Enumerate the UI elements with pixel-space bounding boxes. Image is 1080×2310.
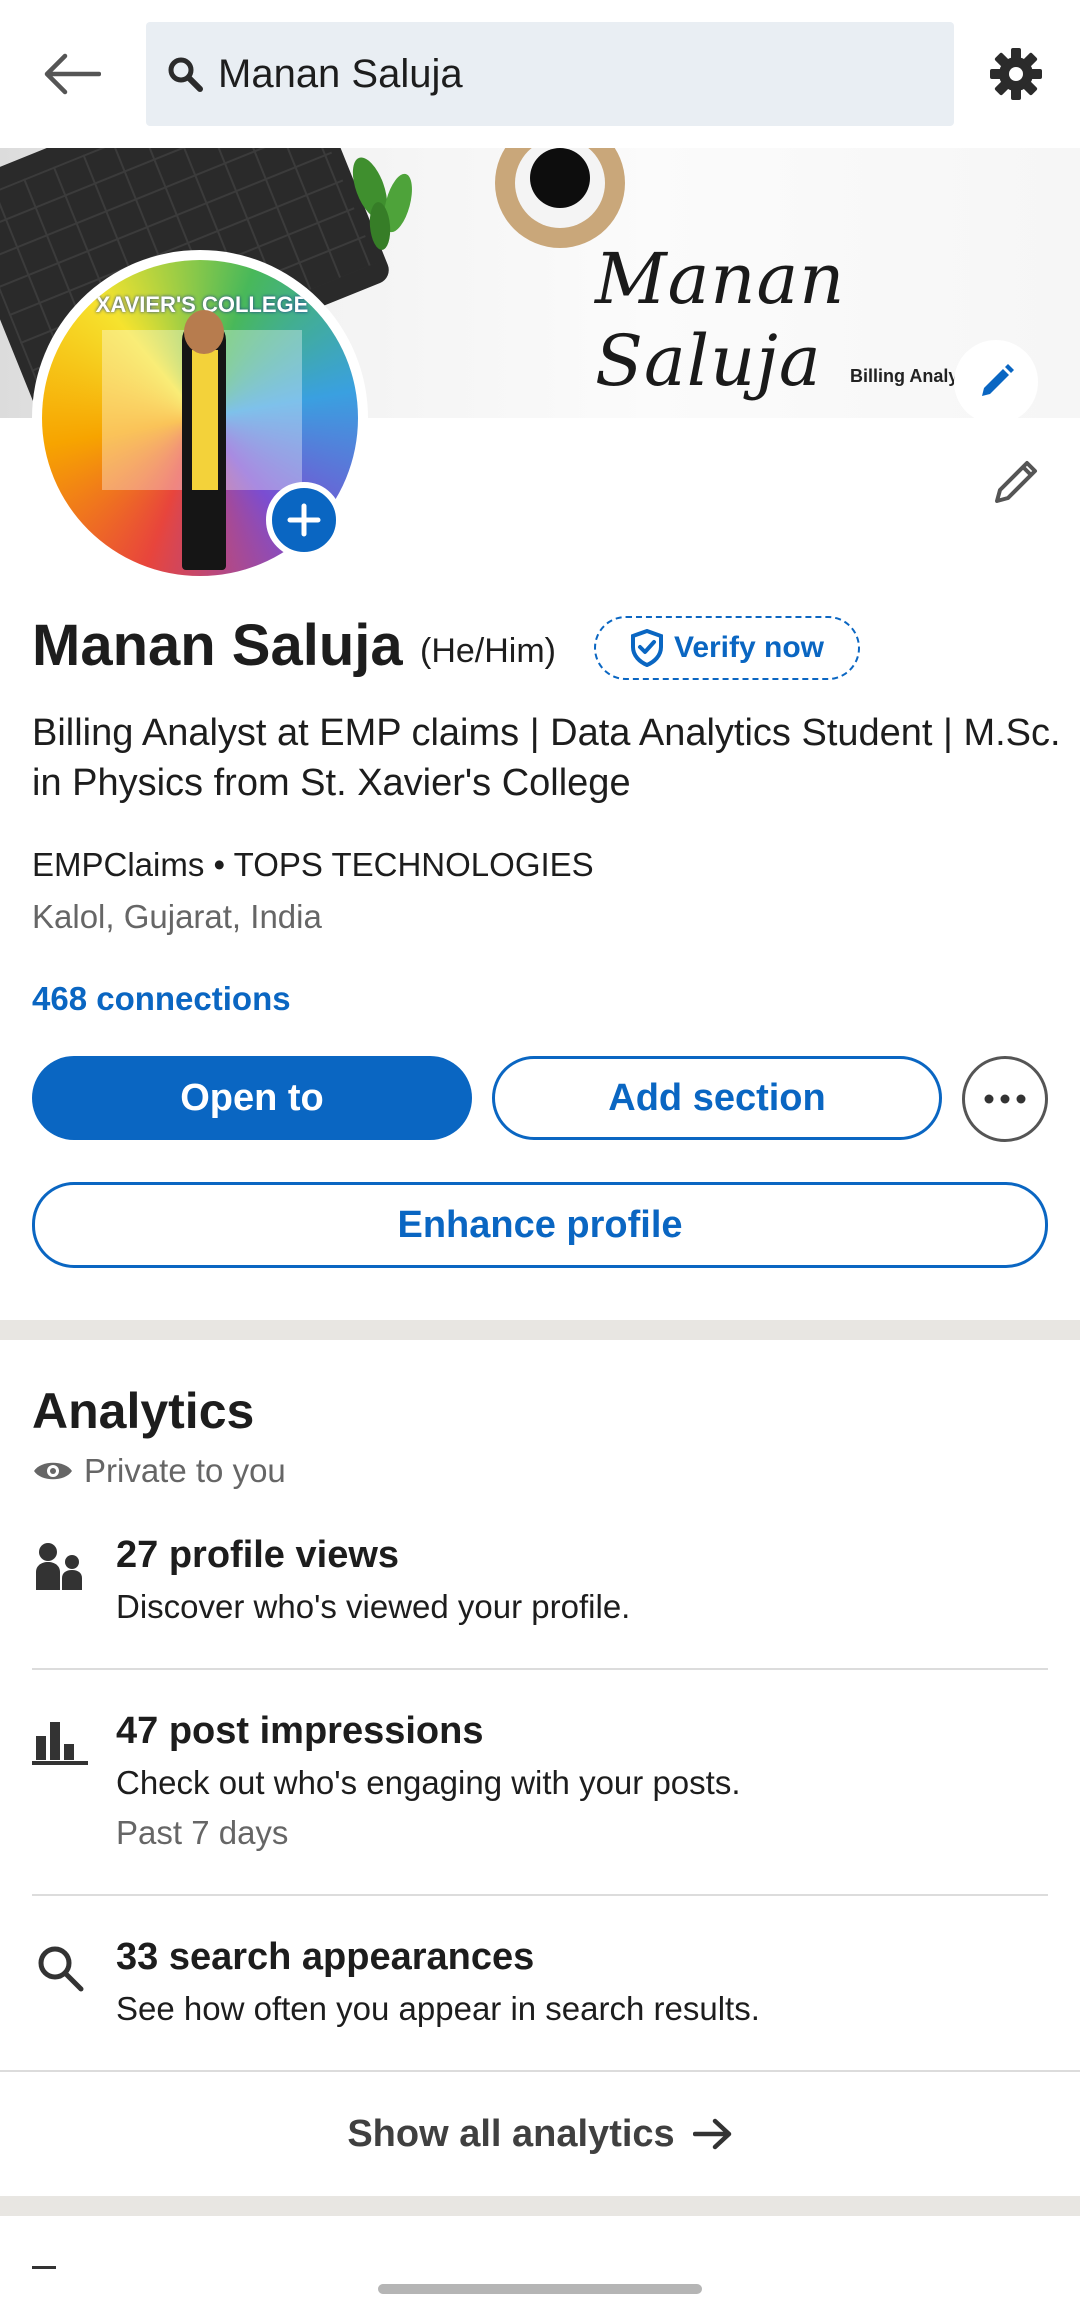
verify-label: Verify now xyxy=(673,631,825,664)
section-divider xyxy=(0,2196,1080,2216)
bar-chart-icon xyxy=(32,1714,88,1770)
profile-pronouns: (He/Him) xyxy=(420,632,556,670)
divider xyxy=(32,1668,1048,1670)
profile-views-item[interactable]: 27 profile views Discover who's viewed y… xyxy=(32,1534,1048,1654)
profile-views-description: Discover who's viewed your profile. xyxy=(116,1588,631,1625)
verify-now-button[interactable]: Verify now xyxy=(594,616,860,680)
search-appearances-description: See how often you appear in search resul… xyxy=(116,1990,760,2027)
show-all-analytics-button[interactable]: Show all analytics xyxy=(0,2074,1080,2194)
search-appearances-title: 33 search appearances xyxy=(116,1936,535,1978)
search-icon xyxy=(32,1940,88,1996)
search-query: Manan Saluja xyxy=(218,51,463,96)
back-button[interactable] xyxy=(38,44,104,104)
settings-button[interactable] xyxy=(986,44,1046,104)
people-icon xyxy=(32,1538,88,1594)
profile-headline: Billing Analyst at EMP claims | Data Ana… xyxy=(32,712,1061,804)
edit-intro-button[interactable] xyxy=(984,448,1050,514)
shield-check-icon xyxy=(630,629,663,667)
divider xyxy=(0,2070,1080,2072)
post-impressions-item[interactable]: 47 post impressions Check out who's enga… xyxy=(32,1710,1048,1880)
add-section-button[interactable]: Add section xyxy=(492,1056,942,1140)
search-appearances-item[interactable]: 33 search appearances See how often you … xyxy=(32,1936,1048,2056)
coffee-cup-image xyxy=(495,148,625,248)
profile-company[interactable]: EMPClaims • TOPS TECHNOLOGIES xyxy=(32,846,594,884)
home-indicator[interactable] xyxy=(378,2284,702,2294)
connections-link[interactable]: 468 connections xyxy=(32,980,291,1018)
post-impressions-description: Check out who's engaging with your posts… xyxy=(116,1764,741,1801)
arrow-left-icon xyxy=(44,53,101,95)
gear-icon xyxy=(990,48,1042,100)
add-photo-button[interactable] xyxy=(266,482,342,558)
private-indicator: Private to you xyxy=(32,1452,286,1490)
profile-location: Kalol, Gujarat, India xyxy=(32,898,322,935)
search-icon xyxy=(168,57,203,92)
more-button[interactable] xyxy=(962,1056,1048,1142)
enhance-profile-button[interactable]: Enhance profile xyxy=(32,1182,1048,1268)
search-input[interactable]: Manan Saluja xyxy=(146,22,954,126)
top-bar: Manan Saluja xyxy=(0,0,1080,148)
post-impressions-period: Past 7 days xyxy=(116,1814,289,1851)
more-horizontal-icon xyxy=(984,1094,1026,1104)
open-to-button[interactable]: Open to xyxy=(32,1056,472,1140)
profile-views-title: 27 profile views xyxy=(116,1534,400,1576)
pencil-icon xyxy=(995,461,1037,503)
profile-name: Manan Saluja xyxy=(32,613,403,678)
show-all-analytics-label: Show all analytics xyxy=(347,2112,675,2155)
analytics-title: Analytics xyxy=(32,1383,255,1439)
post-impressions-title: 47 post impressions xyxy=(116,1710,484,1752)
plant-decoration xyxy=(352,157,412,250)
eye-icon xyxy=(34,1462,72,1480)
divider xyxy=(32,1894,1048,1896)
section-divider xyxy=(0,1320,1080,1340)
plus-icon xyxy=(287,503,321,537)
next-section-peek xyxy=(32,2266,56,2269)
edit-banner-button[interactable] xyxy=(954,340,1038,418)
arrow-right-icon xyxy=(692,2118,731,2150)
private-label: Private to you xyxy=(84,1452,286,1489)
pencil-icon xyxy=(982,364,1014,396)
